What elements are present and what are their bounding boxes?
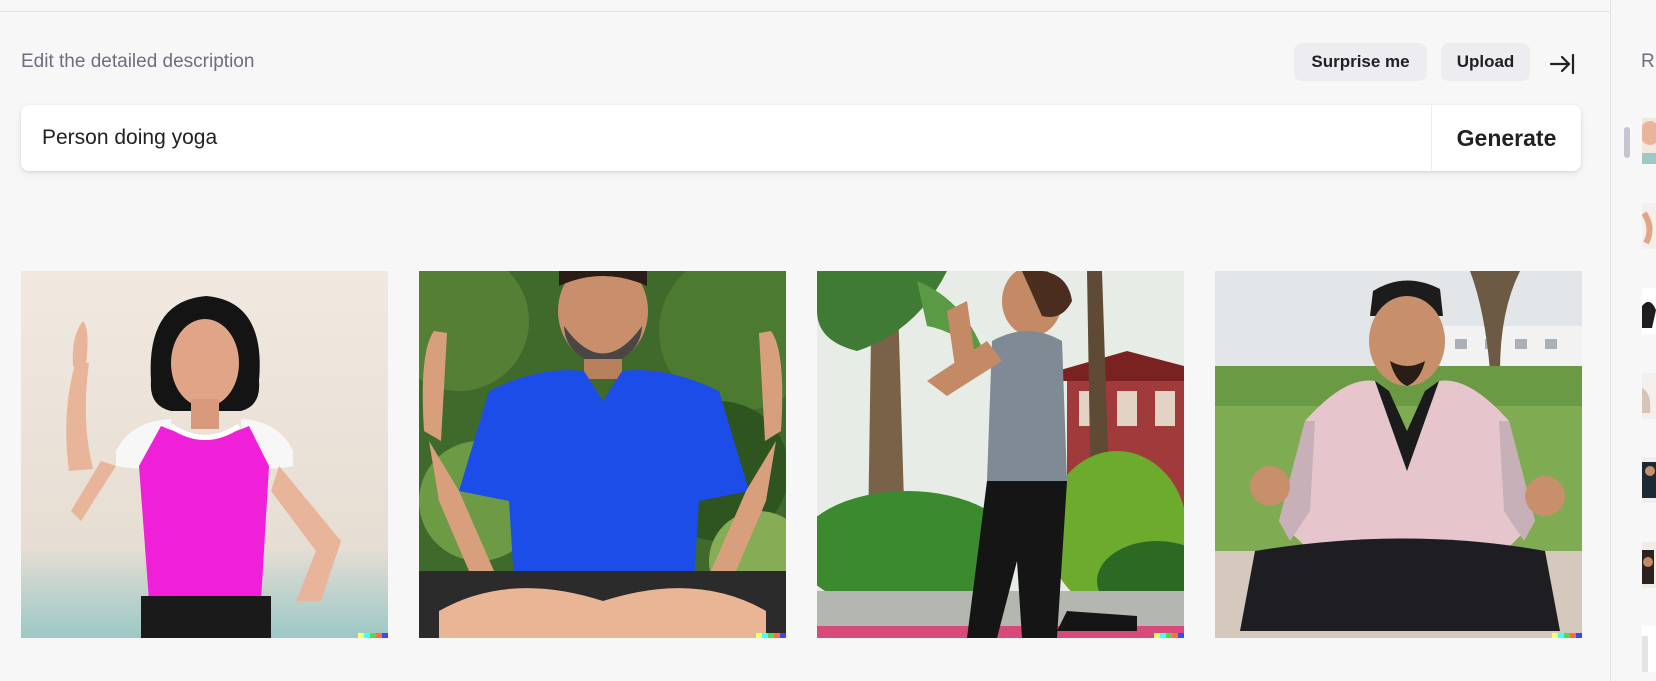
prompt-box: Generate [21,105,1581,171]
result-image-2[interactable] [419,271,786,638]
history-thumbnail[interactable] [1642,203,1656,249]
result-image-3[interactable] [817,271,1184,638]
watermark [756,633,786,638]
result-image-4[interactable] [1215,271,1582,638]
scrollbar[interactable] [1624,127,1630,158]
history-thumbnail[interactable] [1642,288,1656,334]
main-panel: Edit the detailed description Surprise m… [0,0,1610,681]
history-panel: R [1610,0,1656,681]
history-heading: R [1641,51,1655,72]
result-image-1[interactable] [21,271,388,638]
watermark [1552,633,1582,638]
watermark [1154,633,1184,638]
description-label: Edit the detailed description [21,51,255,72]
surprise-me-button[interactable]: Surprise me [1294,43,1427,81]
history-thumbnail[interactable] [1642,118,1656,164]
history-thumbnail[interactable] [1642,373,1656,419]
arrow-right-to-bar-icon[interactable] [1548,50,1576,78]
prompt-input[interactable] [21,105,1431,171]
upload-button[interactable]: Upload [1441,43,1530,81]
history-thumbnail[interactable] [1642,626,1656,672]
history-thumbnail[interactable] [1642,542,1656,588]
history-thumbnail[interactable] [1642,457,1656,503]
generate-button[interactable]: Generate [1432,105,1581,171]
watermark [358,633,388,638]
